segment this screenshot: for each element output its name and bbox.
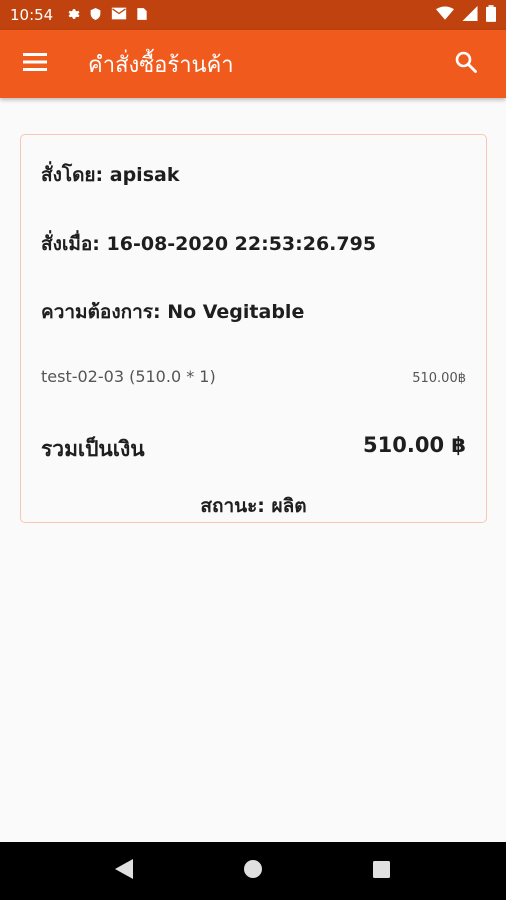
status-time: 10:54 [10, 6, 54, 24]
sim-icon [136, 7, 148, 24]
requirement-text: ความต้องการ: No Vegitable [41, 301, 305, 323]
back-icon [115, 859, 134, 883]
page-title: คำสั่งซื้อร้านค้า [88, 52, 234, 78]
navigation-bar [0, 842, 506, 900]
search-button[interactable] [426, 30, 506, 98]
ordered-by-text: สั่งโดย: apisak [41, 164, 180, 186]
menu-button[interactable] [0, 30, 70, 98]
order-status: สถานะ: ผลิต [200, 495, 307, 517]
order-item-price: 510.00฿ [412, 371, 466, 386]
home-icon [243, 860, 262, 882]
signal-icon [462, 5, 478, 25]
gear-icon [67, 7, 80, 23]
nav-home-button[interactable] [233, 851, 273, 891]
mail-icon [111, 7, 127, 23]
recents-icon [373, 860, 391, 882]
status-bar: 10:54 [0, 0, 506, 30]
total-label: รวมเป็นเงิน [41, 437, 145, 461]
app-bar: คำสั่งซื้อร้านค้า [0, 30, 506, 98]
wifi-icon [436, 6, 454, 24]
order-item-name: test-02-03 (510.0 * 1) [41, 367, 216, 386]
ordered-at-text: สั่งเมื่อ: 16-08-2020 22:53:26.795 [41, 233, 377, 255]
shield-icon [89, 7, 102, 24]
total-value: 510.00 ฿ [363, 433, 466, 457]
nav-back-button[interactable] [104, 851, 144, 891]
search-icon [454, 50, 478, 78]
hamburger-icon [23, 53, 47, 75]
order-card[interactable]: สั่งโดย: apisak สั่งเมื่อ: 16-08-2020 22… [20, 134, 487, 523]
nav-recents-button[interactable] [362, 851, 402, 891]
battery-icon [486, 4, 496, 26]
